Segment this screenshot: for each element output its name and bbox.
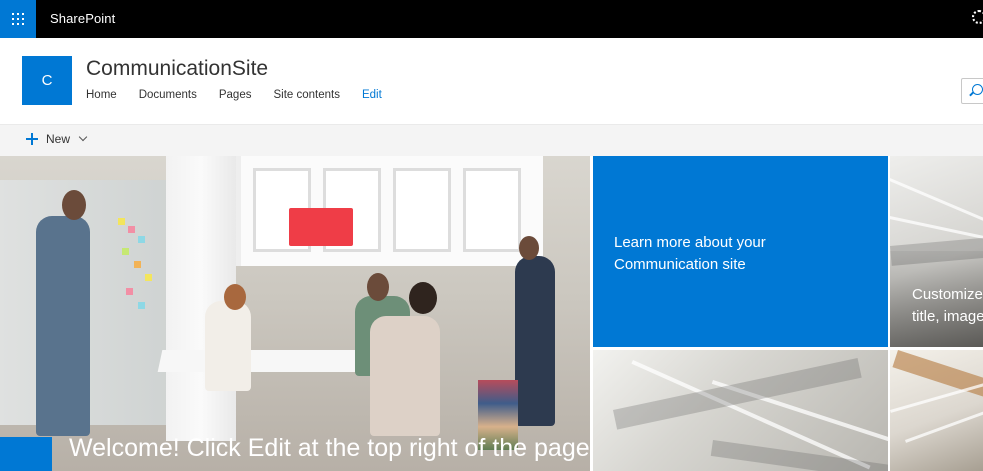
site-navigation: Home Documents Pages Site contents Edit — [86, 89, 404, 101]
hero-middle-bottom-tile[interactable] — [593, 350, 888, 471]
hero-blue-tile[interactable]: Learn more about your Communication site — [593, 156, 888, 347]
blue-tile-text: Learn more about your Communication site — [614, 234, 766, 273]
chevron-down-icon — [78, 132, 88, 142]
right-top-tile-text-line1: Customize — [912, 286, 983, 303]
hero-accent-block — [0, 437, 52, 471]
nav-home[interactable]: Home — [86, 89, 117, 101]
site-header: C CommunicationSite Home Documents Pages… — [0, 38, 983, 125]
nav-documents[interactable]: Documents — [139, 89, 197, 101]
site-logo[interactable]: C — [22, 56, 72, 105]
hero-main-tile[interactable]: Welcome! Click Edit at the top right of … — [0, 156, 590, 471]
suite-bar: SharePoint — [0, 0, 983, 38]
hero-web-part: Welcome! Click Edit at the top right of … — [0, 156, 983, 471]
search-icon — [972, 84, 983, 95]
command-bar: New — [0, 125, 983, 156]
sharepoint-brand-link[interactable]: SharePoint — [50, 11, 115, 26]
app-launcher-icon — [12, 13, 24, 25]
search-button[interactable] — [961, 78, 983, 104]
hero-main-caption: Welcome! Click Edit at the top right of … — [69, 434, 590, 462]
site-title[interactable]: CommunicationSite — [86, 57, 268, 81]
nav-pages[interactable]: Pages — [219, 89, 252, 101]
plus-icon — [26, 133, 38, 145]
right-top-tile-text-line2: title, image — [912, 308, 983, 325]
settings-icon[interactable] — [972, 10, 983, 24]
new-button-label: New — [46, 132, 71, 146]
new-button[interactable]: New — [26, 132, 88, 146]
window-image-detail — [233, 156, 543, 266]
app-launcher-button[interactable] — [0, 0, 36, 38]
hero-right-top-tile[interactable]: Customize title, image — [890, 156, 983, 347]
nav-site-contents[interactable]: Site contents — [273, 89, 339, 101]
nav-edit-link[interactable]: Edit — [362, 89, 382, 101]
lamp-image-detail — [289, 208, 353, 246]
right-top-tile-text: Customize title, image — [912, 284, 983, 328]
hero-right-bottom-tile[interactable] — [890, 350, 983, 471]
